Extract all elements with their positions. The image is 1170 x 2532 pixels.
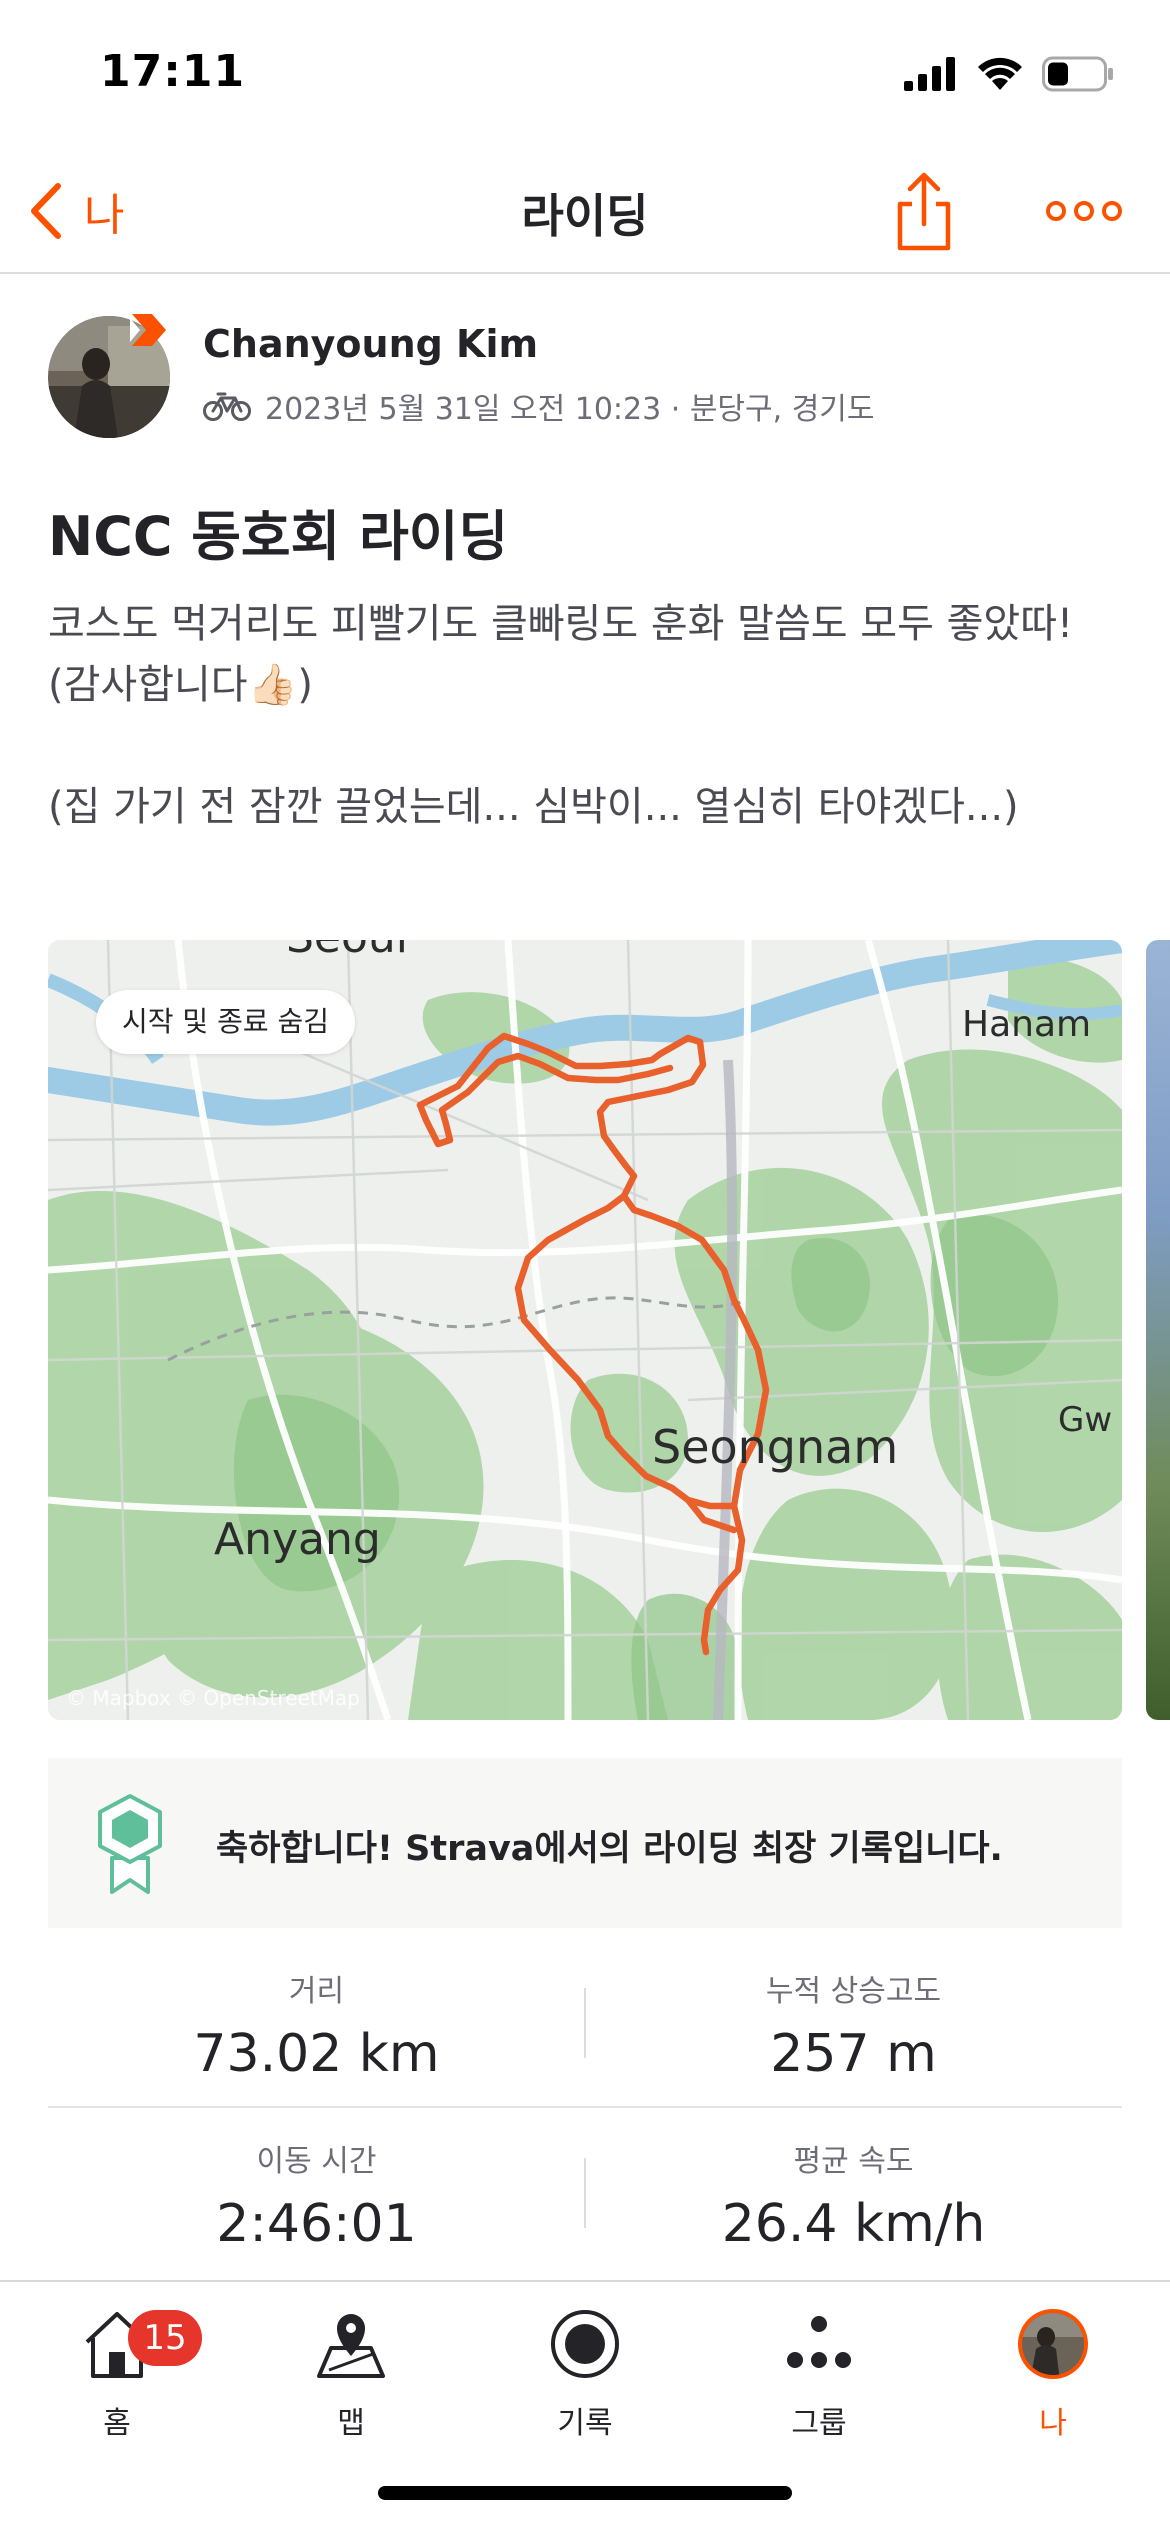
tab-record[interactable]: 기록 xyxy=(468,2302,702,2452)
stat-average-speed: 평균 속도 26.4 km/h xyxy=(585,2136,1122,2254)
share-icon xyxy=(897,172,951,251)
tab-groups[interactable]: 그룹 xyxy=(702,2302,936,2452)
page-title: 라이딩 xyxy=(521,189,649,243)
next-photo-preview[interactable] xyxy=(1146,940,1170,1720)
map-label-seongnam: Seongnam xyxy=(652,1420,899,1474)
battery-icon xyxy=(1042,56,1113,92)
back-button[interactable]: 나 xyxy=(26,176,124,246)
hide-start-end-pill: 시작 및 종료 숨김 xyxy=(96,990,356,1054)
map-label-gw: Gw xyxy=(1058,1400,1113,1440)
tab-label: 나 xyxy=(1039,2406,1067,2441)
tab-map[interactable]: 맵 xyxy=(234,2302,468,2452)
achievement-text: 축하합니다! Strava에서의 라이딩 최장 기록입니다. xyxy=(216,1829,1003,1869)
bike-icon xyxy=(203,392,251,421)
stat-value: 257 m xyxy=(770,2024,937,2084)
map-label-seoul: Seoul xyxy=(286,940,408,963)
activity-meta: 2023년 5월 31일 오전 10:23 · 분당구, 경기도 xyxy=(203,384,875,428)
tab-label: 그룹 xyxy=(791,2406,847,2441)
map-canvas xyxy=(48,940,1122,1720)
tab-label: 기록 xyxy=(557,2406,613,2441)
stat-moving-time: 이동 시간 2:46:01 xyxy=(48,2136,585,2254)
profile-avatar-icon xyxy=(1018,2309,1088,2379)
cellular-signal-icon xyxy=(904,57,955,91)
stat-label: 이동 시간 xyxy=(256,2144,377,2179)
map-label-hanam: Hanam xyxy=(962,1004,1092,1045)
stat-elevation-gain: 누적 상승고도 257 m xyxy=(585,1966,1122,2084)
activity-date-location: 2023년 5월 31일 오전 10:23 · 분당구, 경기도 xyxy=(265,392,875,427)
navigation-bar: 나 라이딩 xyxy=(0,150,1170,274)
athlete-avatar-button[interactable] xyxy=(48,314,170,438)
tab-me[interactable]: 나 xyxy=(936,2302,1170,2452)
chevron-left-icon xyxy=(31,183,61,239)
athlete-name[interactable]: Chanyoung Kim xyxy=(203,322,538,366)
stat-label: 거리 xyxy=(288,1974,345,2009)
back-label: 나 xyxy=(84,190,125,241)
status-time: 17:11 xyxy=(100,46,246,97)
stat-label: 평균 속도 xyxy=(793,2144,914,2179)
more-options-button[interactable] xyxy=(1046,188,1122,234)
stats-row-divider xyxy=(48,2106,1122,2108)
record-icon xyxy=(551,2310,619,2378)
map-pin-icon xyxy=(317,2314,385,2378)
stat-distance: 거리 73.02 km xyxy=(48,1966,585,2084)
strava-subscriber-badge-icon xyxy=(130,314,166,346)
groups-icon xyxy=(787,2316,851,2368)
status-icons xyxy=(904,52,1114,96)
stat-value: 2:46:01 xyxy=(216,2194,417,2254)
achievement-banner[interactable]: 축하합니다! Strava에서의 라이딩 최장 기록입니다. xyxy=(48,1758,1122,1928)
home-indicator xyxy=(378,2486,792,2500)
more-horizontal-icon xyxy=(1046,201,1122,221)
activity-title: NCC 동호회 라이딩 xyxy=(48,505,509,568)
achievement-badge-icon xyxy=(98,1794,162,1894)
status-bar: 17:11 xyxy=(0,0,1170,150)
share-button[interactable] xyxy=(892,170,956,254)
activity-map[interactable]: Seoul Hanam Seongnam Anyang Gw 시작 및 종료 숨… xyxy=(48,940,1122,1720)
notification-badge: 15 xyxy=(128,2310,202,2366)
stat-label: 누적 상승고도 xyxy=(765,1974,942,2009)
wifi-icon xyxy=(978,57,1022,90)
tab-label: 홈 xyxy=(103,2406,131,2441)
activity-description: 코스도 먹거리도 피빨기도 클빠링도 훈화 말씀도 모두 좋았따! (감사합니다… xyxy=(48,601,1074,830)
stat-value: 73.02 km xyxy=(193,2024,440,2084)
tab-home[interactable]: 홈 15 xyxy=(0,2302,234,2452)
map-label-anyang: Anyang xyxy=(214,1514,381,1565)
tab-label: 맵 xyxy=(337,2406,365,2441)
map-attribution: © Mapbox © OpenStreetMap xyxy=(66,1686,360,1710)
stat-value: 26.4 km/h xyxy=(721,2194,986,2254)
